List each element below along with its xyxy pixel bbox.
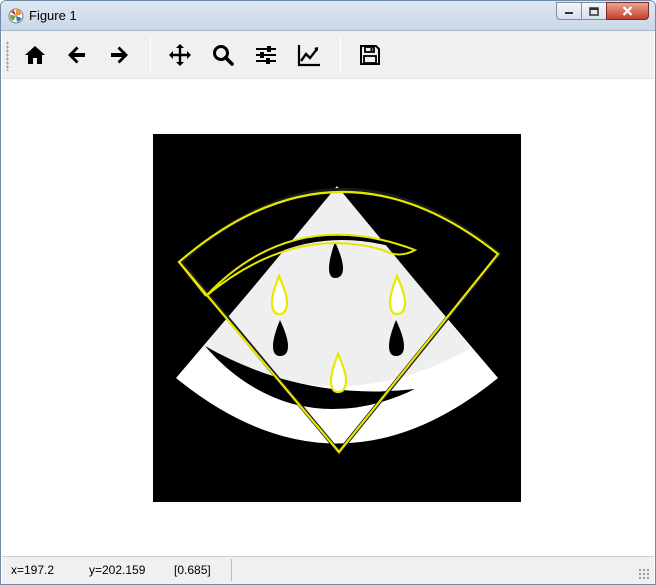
close-icon [622,6,633,16]
matplotlib-app-icon [8,8,24,24]
navigation-toolbar [2,31,654,79]
window-title: Figure 1 [29,8,77,23]
sliders-icon [256,46,276,64]
figure-canvas[interactable] [2,80,654,556]
arrow-left-icon [68,46,85,64]
minimize-button[interactable] [556,2,582,20]
back-button[interactable] [61,39,93,71]
floppy-disk-icon [360,45,380,65]
y-coordinate-readout: y=202.159 [89,563,146,577]
pixel-value-readout: [0.685] [174,563,211,577]
save-button[interactable] [354,39,386,71]
home-icon [25,46,45,64]
status-bar: x=197.2 y=202.159 [0.685] [2,556,654,584]
maximize-button[interactable] [581,2,607,20]
zoom-icon [213,45,234,66]
resize-grip[interactable] [638,568,650,580]
chart-line-icon [297,45,320,67]
customize-button[interactable] [293,39,325,71]
watermelon-image [153,134,521,502]
contour-image[interactable] [153,134,521,502]
close-button[interactable] [606,2,649,20]
subplots-button[interactable] [250,39,282,71]
home-button[interactable] [19,39,51,71]
figure-window: Figure 1 x=197.2 y=202.159 [0.685] [0,0,656,585]
window-controls [556,2,649,20]
maximize-icon [589,6,599,16]
toolbar-separator [340,37,341,73]
zoom-button[interactable] [207,39,239,71]
forward-button[interactable] [103,39,135,71]
title-bar[interactable]: Figure 1 [1,1,655,31]
pan-button[interactable] [164,39,196,71]
arrow-right-icon [111,46,128,64]
minimize-icon [565,12,573,14]
toolbar-grip[interactable] [6,41,9,71]
move-icon [169,44,191,66]
toolbar-separator [150,37,151,73]
x-coordinate-readout: x=197.2 [11,563,55,577]
